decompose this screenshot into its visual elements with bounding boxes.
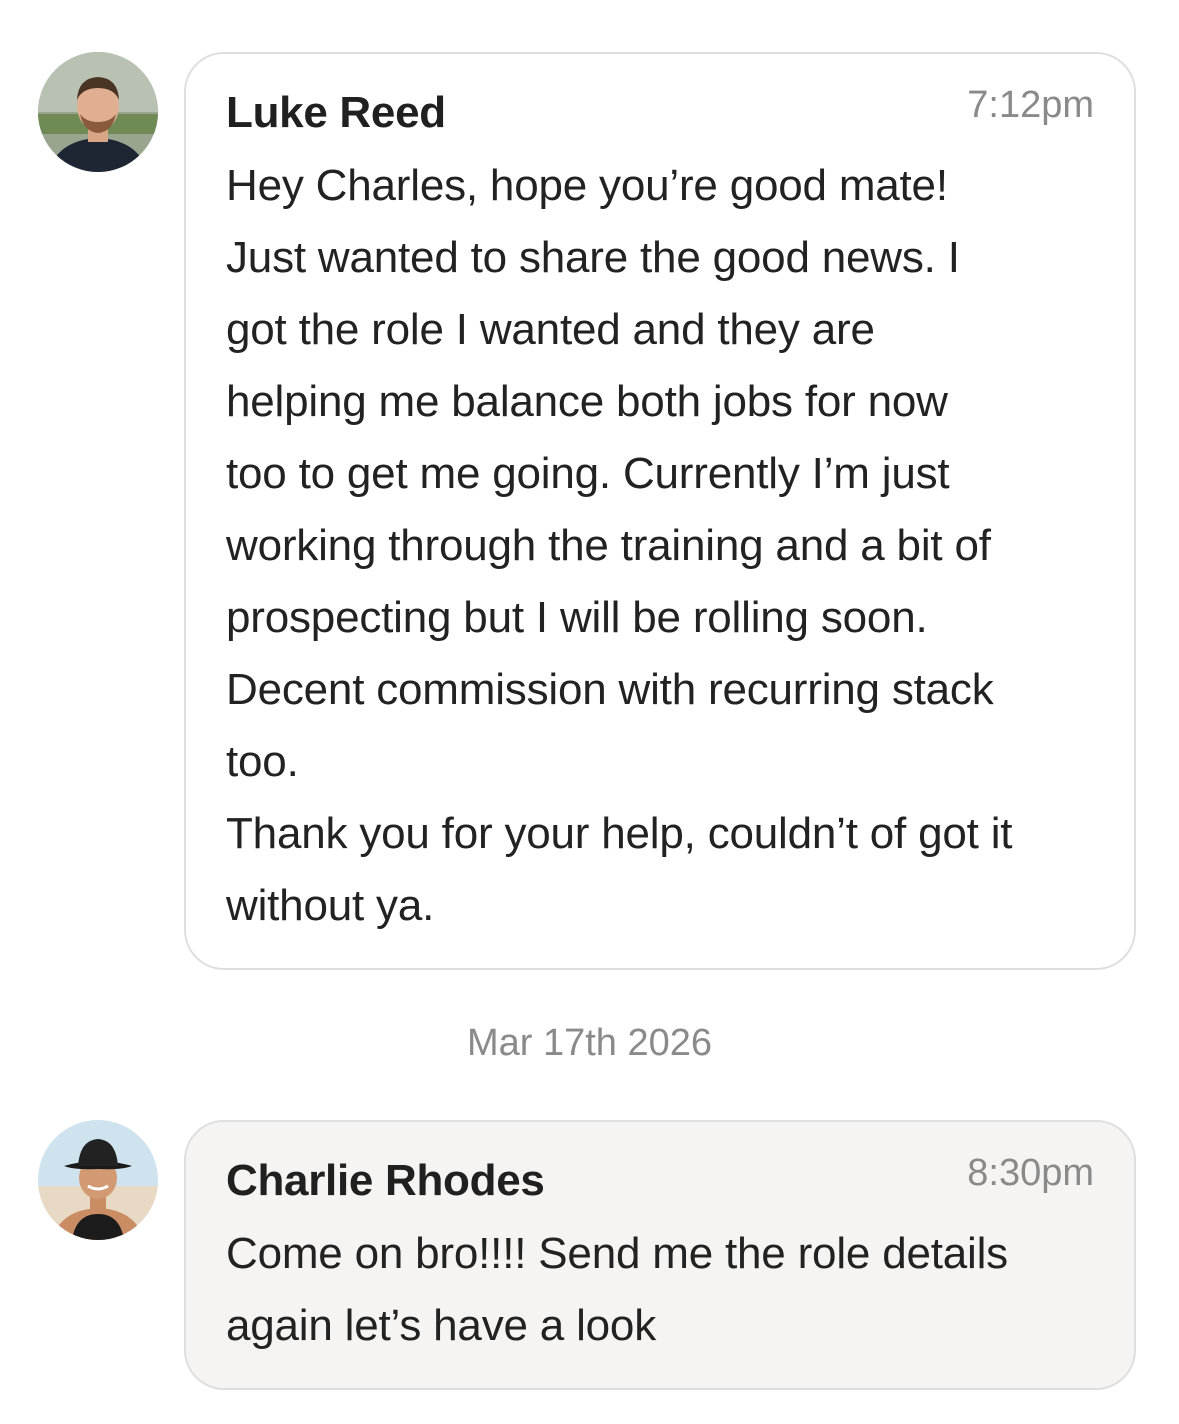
sender-name[interactable]: Luke Reed	[226, 88, 446, 138]
message-header: Charlie Rhodes 8:30pm	[226, 1150, 1094, 1218]
message-bubble[interactable]: Charlie Rhodes 8:30pm Come on bro!!!! Se…	[184, 1120, 1136, 1390]
user-avatar-charlie-icon[interactable]	[38, 1120, 158, 1240]
message-bubble[interactable]: Luke Reed 7:12pm Hey Charles, hope you’r…	[184, 52, 1136, 970]
message-timestamp: 7:12pm	[967, 84, 1094, 126]
date-separator: Mar 17th 2026	[466, 1022, 713, 1064]
message-timestamp: 8:30pm	[967, 1152, 1094, 1194]
message-text: Hey Charles, hope you’re good mate! Just…	[226, 161, 1013, 930]
message-header: Luke Reed 7:12pm	[226, 82, 1094, 150]
sender-name[interactable]: Charlie Rhodes	[226, 1156, 545, 1206]
user-avatar-luke-icon[interactable]	[38, 52, 158, 172]
message-text: Come on bro!!!! Send me the role details…	[226, 1229, 1008, 1350]
